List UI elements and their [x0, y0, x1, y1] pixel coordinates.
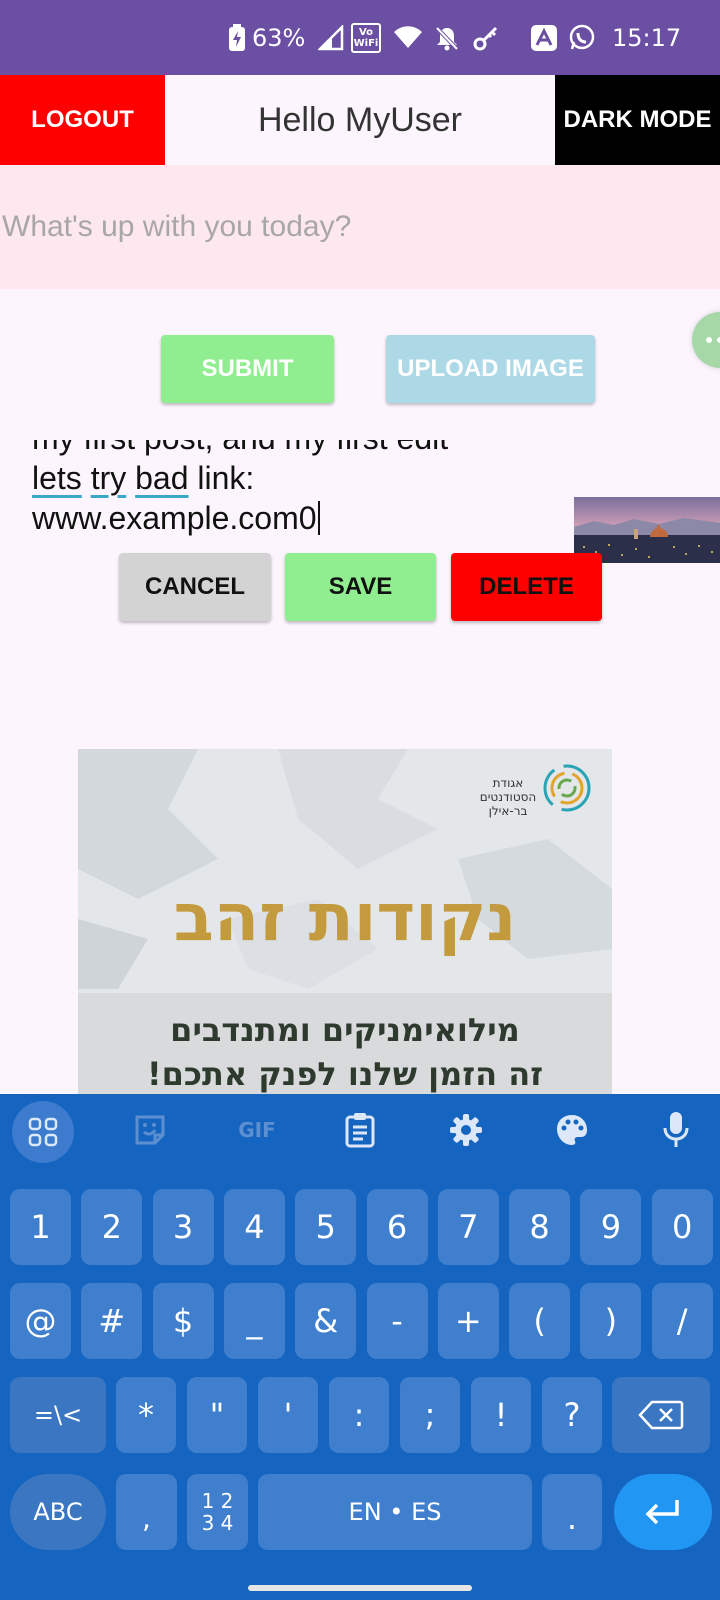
promo-image[interactable]: אגודת הסטודנטים בר-אילן נקודות זהב מילוא…	[78, 749, 612, 1094]
key-row2-8[interactable]: )	[580, 1283, 642, 1359]
abc-key[interactable]: ABC	[10, 1474, 106, 1550]
comma-key[interactable]: ,	[116, 1474, 177, 1550]
post-line-3: www.example.com0	[32, 500, 317, 536]
battery-percent: 63%	[252, 23, 306, 52]
key-row2-2[interactable]: $	[152, 1283, 214, 1359]
cell-signal-icon	[318, 0, 344, 75]
key-row1-5[interactable]: 6	[366, 1189, 428, 1265]
key-row2-6[interactable]: +	[437, 1283, 499, 1359]
mute-bell-icon	[434, 0, 460, 75]
numpad-top-label: 1 2	[201, 1489, 234, 1513]
gif-icon[interactable]: GIF	[232, 1108, 282, 1152]
key-row1-0[interactable]: 1	[10, 1189, 71, 1265]
org-line: בר-אילן	[488, 804, 528, 818]
more-dot-icon	[706, 337, 712, 343]
space-key[interactable]: EN • ES	[258, 1474, 532, 1550]
key-row1-3[interactable]: 4	[223, 1189, 285, 1265]
clock-time: 15:17	[612, 23, 682, 52]
numpad-bottom-label: 3 4	[201, 1511, 234, 1535]
student-union-logo-icon	[543, 764, 591, 812]
org-line: הסטודנטים	[479, 790, 537, 804]
save-button[interactable]: SAVE	[285, 553, 436, 621]
floating-menu-button[interactable]	[692, 312, 720, 368]
org-line: אגודת	[492, 776, 524, 790]
promo-line-1: מילואימניקים ומתנדבים	[170, 1011, 520, 1049]
battery-saver-icon	[228, 0, 246, 75]
key-row2-0[interactable]: @	[10, 1283, 71, 1359]
vowifi-top-label: Vo	[358, 26, 374, 38]
key-row1-6[interactable]: 7	[437, 1189, 499, 1265]
sticker-icon[interactable]	[128, 1108, 172, 1152]
clipboard-icon[interactable]	[338, 1108, 382, 1152]
key-row2-5[interactable]: -	[366, 1283, 428, 1359]
promo-line-2: זה הזמן שלנו לפנק אתכם!	[146, 1055, 544, 1093]
greeting-title: Hello MyUser	[257, 100, 463, 139]
key-row3-0[interactable]: *	[116, 1377, 176, 1453]
settings-icon[interactable]	[444, 1108, 488, 1152]
key-row1-8[interactable]: 9	[580, 1189, 642, 1265]
key-row2-4[interactable]: &	[295, 1283, 357, 1359]
key-row3-6[interactable]: ?	[542, 1377, 602, 1453]
period-key[interactable]: .	[542, 1474, 602, 1550]
post-word: try	[90, 460, 127, 496]
gesture-handle[interactable]	[248, 1585, 472, 1591]
key-row1-9[interactable]: 0	[651, 1189, 713, 1265]
key-row3-1[interactable]: "	[187, 1377, 247, 1453]
key-icon	[472, 0, 500, 75]
app-notification-icon	[530, 0, 558, 75]
post-composer	[0, 165, 720, 289]
vowifi-icon: Vo WiFi	[351, 0, 381, 75]
key-row2-9[interactable]: /	[651, 1283, 713, 1359]
numpad-key[interactable]: 1 2 3 4	[187, 1474, 248, 1550]
post-line-2-rest: link:	[188, 460, 255, 496]
post-edit-field[interactable]: my first post, and my first edit lets tr…	[0, 440, 570, 540]
key-row3-2[interactable]: '	[258, 1377, 318, 1453]
key-row1-7[interactable]: 8	[509, 1189, 571, 1265]
key-row1-2[interactable]: 3	[152, 1189, 214, 1265]
key-row2-3[interactable]: _	[223, 1283, 285, 1359]
key-row2-7[interactable]: (	[509, 1283, 571, 1359]
palette-icon[interactable]	[550, 1108, 594, 1152]
apps-grid-icon[interactable]	[12, 1101, 74, 1163]
cancel-button[interactable]: CANCEL	[119, 553, 271, 621]
enter-key[interactable]	[614, 1474, 712, 1550]
vowifi-bottom-label: WiFi	[353, 37, 379, 49]
wifi-icon	[394, 0, 422, 75]
mic-icon[interactable]	[654, 1108, 698, 1152]
key-row1-4[interactable]: 5	[295, 1189, 357, 1265]
post-word: bad	[135, 460, 189, 496]
key-row2-1[interactable]: #	[81, 1283, 143, 1359]
post-line-1: my first post, and my first edit	[32, 440, 448, 456]
post-input[interactable]	[0, 165, 720, 289]
promo-headline: נקודות זהב	[173, 879, 517, 956]
delete-button[interactable]: DELETE	[451, 553, 602, 621]
key-row1-1[interactable]: 2	[81, 1189, 143, 1265]
student-union-name: אגודת הסטודנטים בר-אילן	[468, 776, 548, 818]
backspace-key[interactable]	[612, 1377, 710, 1453]
status-bar: 63% Vo WiFi 15:17	[0, 0, 720, 75]
key-row3-3[interactable]: :	[329, 1377, 389, 1453]
key-symbols-more[interactable]: =\<	[10, 1377, 106, 1453]
logout-button[interactable]: LOGOUT	[0, 75, 165, 165]
upload-image-button[interactable]: UPLOAD IMAGE	[386, 335, 595, 403]
whatsapp-icon	[568, 0, 596, 75]
text-cursor	[317, 501, 320, 535]
submit-button[interactable]: SUBMIT	[161, 335, 334, 403]
post-text[interactable]: my first post, and my first edit lets tr…	[32, 440, 448, 538]
key-row3-4[interactable]: ;	[400, 1377, 460, 1453]
dark-mode-button[interactable]: DARK MODE	[555, 75, 720, 165]
post-word: lets	[32, 460, 82, 496]
key-row3-5[interactable]: !	[471, 1377, 531, 1453]
